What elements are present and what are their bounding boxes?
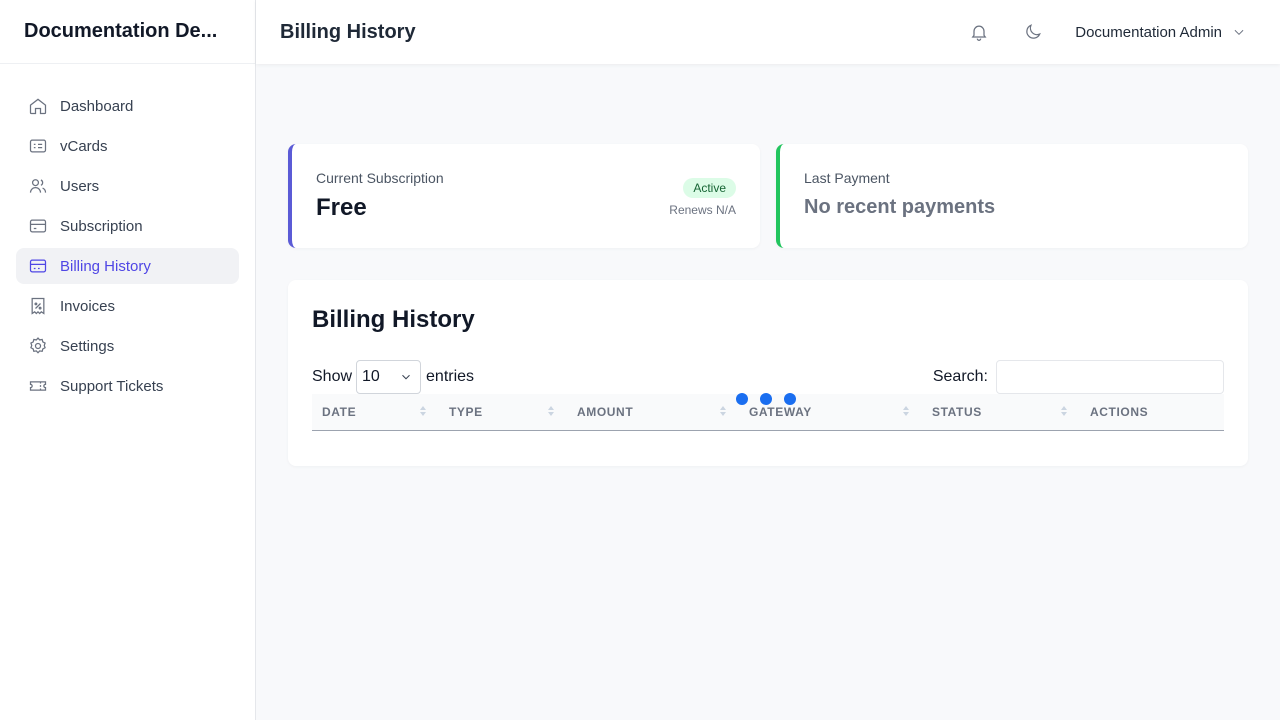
column-header-status[interactable]: STATUS (932, 394, 982, 430)
sidebar-item-billing-history[interactable]: Billing History (16, 248, 239, 284)
theme-toggle-button[interactable] (1021, 20, 1045, 44)
home-icon (29, 98, 47, 115)
sidebar-item-label: Subscription (60, 217, 143, 235)
table-search: Search: (933, 360, 1224, 394)
id-card-icon (29, 139, 47, 153)
chevron-down-icon (402, 374, 410, 380)
status-badge: Active (683, 178, 736, 198)
users-icon (29, 179, 47, 193)
sort-icon (720, 406, 726, 418)
chevron-down-icon (1234, 29, 1244, 35)
billing-history-card: Billing History Show 10 entries Search: … (288, 280, 1248, 466)
brand-title[interactable]: Documentation De... (0, 0, 255, 64)
column-label: TYPE (449, 405, 483, 419)
renews-text: Renews N/A (669, 203, 736, 217)
column-label: STATUS (932, 405, 982, 419)
column-label: ACTIONS (1090, 405, 1149, 419)
loading-dot (760, 393, 772, 405)
sidebar-item-label: Billing History (60, 257, 151, 275)
entries-length-control: Show 10 entries (312, 360, 474, 394)
receipt-icon (31, 297, 45, 315)
column-header-actions: ACTIONS (1090, 394, 1148, 430)
billing-icon (29, 259, 47, 273)
entries-select[interactable]: 10 (356, 360, 422, 394)
top-header: Billing History Documentation Admin (256, 0, 1280, 64)
column-label: AMOUNT (577, 405, 634, 419)
sidebar-item-label: Invoices (60, 297, 116, 315)
brand-label: Documentation De... (24, 20, 218, 42)
show-label: Show (312, 368, 353, 385)
page-title: Billing History (280, 20, 416, 43)
subscription-label: Current Subscription (316, 170, 444, 186)
loading-dot (784, 393, 796, 405)
sidebar-nav: Dashboard vCards Users Subscription Bill… (0, 64, 255, 432)
sort-icon (903, 406, 909, 418)
column-header-type[interactable]: TYPE (449, 394, 483, 430)
gear-icon (30, 337, 46, 354)
sidebar-item-invoices[interactable]: Invoices (16, 288, 239, 324)
loading-indicator (736, 393, 808, 405)
card-icon (29, 219, 47, 233)
loading-dot (736, 393, 748, 405)
column-header-date[interactable]: DATE (322, 394, 356, 430)
user-menu[interactable]: Documentation Admin (1075, 24, 1246, 41)
search-input[interactable] (996, 360, 1224, 394)
user-name: Documentation Admin (1075, 23, 1222, 41)
bell-icon (971, 25, 987, 41)
sidebar-item-label: vCards (60, 137, 108, 155)
column-label: DATE (322, 405, 357, 419)
search-label: Search: (932, 368, 988, 385)
moon-icon (1026, 24, 1042, 39)
column-label: GATEWAY (749, 405, 812, 419)
sidebar-item-settings[interactable]: Settings (16, 328, 239, 364)
sort-icon (1061, 406, 1067, 418)
header-actions: Documentation Admin (967, 0, 1246, 64)
entries-label: entries (426, 368, 475, 385)
current-subscription-card: Current Subscription Free Active Renews … (288, 144, 760, 248)
sidebar-item-label: Users (60, 177, 100, 195)
sidebar-item-vcards[interactable]: vCards (16, 128, 239, 164)
sidebar-item-support-tickets[interactable]: Support Tickets (16, 368, 239, 404)
last-payment-card: Last Payment No recent payments (776, 144, 1248, 248)
sidebar-item-users[interactable]: Users (16, 168, 239, 204)
sidebar-item-subscription[interactable]: Subscription (16, 208, 239, 244)
sidebar-item-label: Support Tickets (60, 377, 164, 395)
sidebar: Documentation De... Dashboard vCards Use… (0, 0, 256, 720)
last-payment-label: Last Payment (804, 170, 890, 186)
sort-icon (420, 406, 426, 418)
notifications-button[interactable] (967, 20, 991, 44)
sort-icon (548, 406, 554, 418)
sidebar-item-dashboard[interactable]: Dashboard (16, 88, 239, 124)
subscription-plan: Free (316, 194, 367, 221)
section-title: Billing History (312, 306, 475, 333)
sidebar-item-label: Dashboard (60, 97, 134, 115)
sidebar-item-label: Settings (60, 337, 115, 355)
last-payment-value: No recent payments (804, 196, 996, 218)
column-header-amount[interactable]: AMOUNT (577, 394, 633, 430)
entries-select-value: 10 (362, 368, 380, 385)
ticket-icon (29, 381, 47, 391)
